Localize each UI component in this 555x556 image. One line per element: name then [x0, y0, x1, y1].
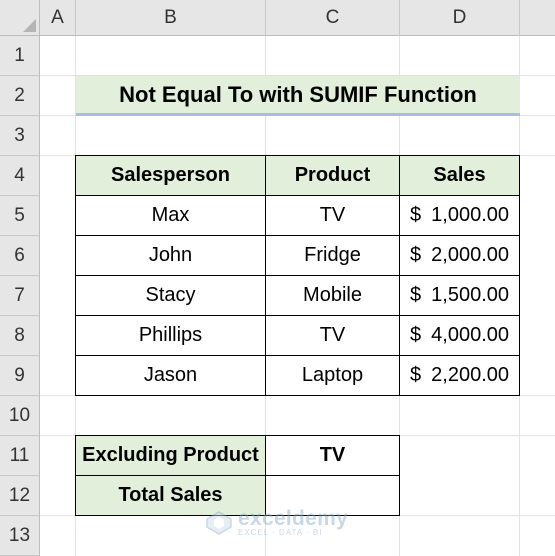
- sales-amount: 2,200.00: [431, 364, 509, 386]
- sales-amount: 2,000.00: [431, 244, 509, 266]
- row-header-9[interactable]: 9: [0, 356, 40, 396]
- cell-product[interactable]: Fridge: [265, 235, 400, 276]
- row-header-10[interactable]: 10: [0, 396, 40, 436]
- column-header-c[interactable]: C: [266, 0, 400, 36]
- currency-symbol: $: [410, 284, 422, 306]
- currency-symbol: $: [410, 244, 422, 266]
- header-salesperson[interactable]: Salesperson: [75, 155, 266, 196]
- cell-salesperson[interactable]: John: [75, 235, 266, 276]
- cell-sales[interactable]: $1,000.00: [399, 195, 520, 236]
- currency-symbol: $: [410, 324, 422, 346]
- cell-sales[interactable]: $2,200.00: [399, 355, 520, 396]
- exceldemy-logo-icon: [206, 510, 232, 535]
- column-header-b[interactable]: B: [76, 0, 266, 36]
- cell-salesperson[interactable]: Jason: [75, 355, 266, 396]
- header-sales[interactable]: Sales: [399, 155, 520, 196]
- cell-product[interactable]: TV: [265, 315, 400, 356]
- column-header-e[interactable]: [520, 0, 555, 36]
- cell-sales[interactable]: $1,500.00: [399, 275, 520, 316]
- select-all-triangle-icon: [23, 19, 36, 32]
- header-product[interactable]: Product: [265, 155, 400, 196]
- cell-salesperson[interactable]: Phillips: [75, 315, 266, 356]
- cell-sales[interactable]: $2,000.00: [399, 235, 520, 276]
- row-header-13[interactable]: 13: [0, 516, 40, 556]
- row-header-12[interactable]: 12: [0, 476, 40, 516]
- cell-sales[interactable]: $4,000.00: [399, 315, 520, 356]
- column-header-d[interactable]: D: [400, 0, 520, 36]
- watermark-tagline: EXCEL · DATA · BI: [238, 528, 323, 537]
- row-header-8[interactable]: 8: [0, 316, 40, 356]
- row-header-7[interactable]: 7: [0, 276, 40, 316]
- row-header-4[interactable]: 4: [0, 156, 40, 196]
- row-header-11[interactable]: 11: [0, 436, 40, 476]
- row-header-1[interactable]: 1: [0, 36, 40, 76]
- cell-salesperson[interactable]: Max: [75, 195, 266, 236]
- row-header-3[interactable]: 3: [0, 116, 40, 156]
- currency-symbol: $: [410, 364, 422, 386]
- row-header-6[interactable]: 6: [0, 236, 40, 276]
- excluding-product-label[interactable]: Excluding Product: [75, 435, 266, 476]
- currency-symbol: $: [410, 204, 422, 226]
- sales-amount: 4,000.00: [431, 324, 509, 346]
- cell-salesperson[interactable]: Stacy: [75, 275, 266, 316]
- row-header-2[interactable]: 2: [0, 76, 40, 116]
- excluding-product-value[interactable]: TV: [265, 435, 400, 476]
- row-header-5[interactable]: 5: [0, 196, 40, 236]
- cell-product[interactable]: Laptop: [265, 355, 400, 396]
- select-all-corner[interactable]: [0, 0, 40, 36]
- page-title[interactable]: Not Equal To with SUMIF Function: [76, 76, 520, 116]
- watermark-name: exceldemy: [238, 507, 349, 530]
- cell-product[interactable]: Mobile: [265, 275, 400, 316]
- cell-product[interactable]: TV: [265, 195, 400, 236]
- sales-amount: 1,000.00: [431, 204, 509, 226]
- watermark: exceldemy EXCEL · DATA · BI: [206, 508, 348, 537]
- sales-amount: 1,500.00: [431, 284, 509, 306]
- column-header-a[interactable]: A: [40, 0, 76, 36]
